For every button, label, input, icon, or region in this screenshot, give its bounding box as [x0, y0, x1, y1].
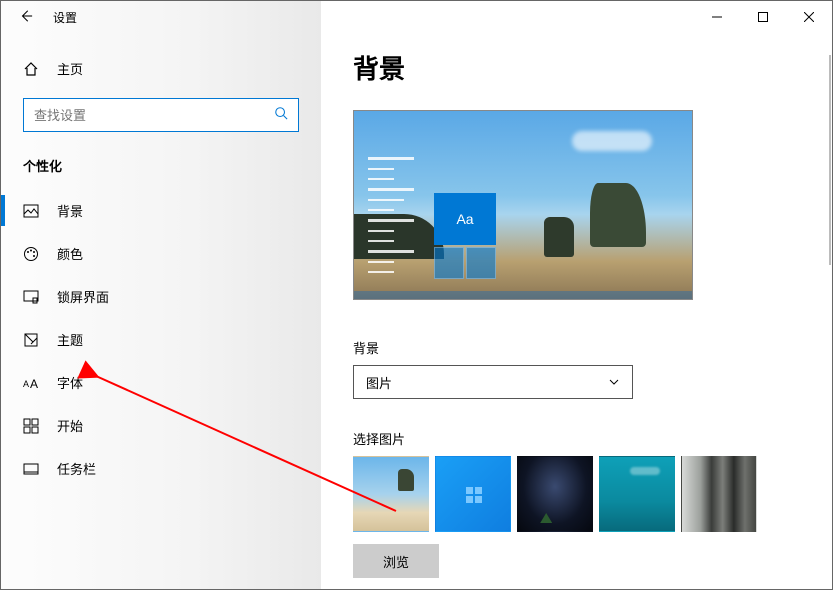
preview-tile: [466, 247, 496, 279]
nav-label: 任务栏: [57, 459, 96, 478]
nav-item-fonts[interactable]: AA 字体: [1, 361, 321, 404]
nav-item-background[interactable]: 背景: [1, 189, 321, 232]
preview-start-overlay: Aa: [364, 149, 504, 289]
picture-thumbnail[interactable]: [599, 456, 675, 532]
choose-picture-label: 选择图片: [353, 429, 832, 448]
nav-item-lockscreen[interactable]: 锁屏界面: [1, 275, 321, 318]
picture-icon: [23, 203, 39, 219]
home-link[interactable]: 主页: [1, 49, 321, 88]
picture-thumbnail[interactable]: [435, 456, 511, 532]
window-title: 设置: [53, 9, 77, 26]
window-controls: [694, 1, 832, 33]
nav-label: 字体: [57, 373, 83, 392]
nav-item-colors[interactable]: 颜色: [1, 232, 321, 275]
svg-text:A: A: [30, 377, 38, 391]
page-heading: 背景: [353, 49, 832, 86]
nav-label: 开始: [57, 416, 83, 435]
nav-label: 背景: [57, 201, 83, 220]
preview-rock: [544, 217, 574, 257]
background-preview: Aa: [353, 110, 693, 300]
nav-label: 主题: [57, 330, 83, 349]
titlebar-left: 设置: [1, 9, 694, 26]
arrow-left-icon: [19, 9, 33, 23]
home-label: 主页: [57, 59, 83, 78]
browse-button[interactable]: 浏览: [353, 544, 439, 578]
preview-rock: [590, 183, 646, 247]
preview-tile: [434, 247, 464, 279]
section-title: 个性化: [1, 150, 321, 189]
picture-thumbnails: [353, 456, 832, 532]
preview-sample-tile: Aa: [434, 193, 496, 245]
start-icon: [23, 418, 39, 434]
svg-text:A: A: [23, 379, 29, 389]
close-button[interactable]: [786, 1, 832, 33]
nav-list: 背景 颜色 锁屏界面 主题 AA 字体 开始: [1, 189, 321, 490]
maximize-button[interactable]: [740, 1, 786, 33]
lockscreen-icon: [23, 289, 39, 305]
chevron-down-icon: [608, 376, 620, 388]
main-content: 背景 Aa 背景 图片 选择图片: [321, 1, 832, 589]
minimize-button[interactable]: [694, 1, 740, 33]
picture-thumbnail[interactable]: [681, 456, 757, 532]
nav-label: 锁屏界面: [57, 287, 109, 306]
themes-icon: [23, 332, 39, 348]
nav-item-start[interactable]: 开始: [1, 404, 321, 447]
background-type-label: 背景: [353, 338, 832, 357]
nav-item-taskbar[interactable]: 任务栏: [1, 447, 321, 490]
search-icon: [274, 106, 288, 125]
background-type-dropdown[interactable]: 图片: [353, 365, 633, 399]
home-icon: [23, 61, 39, 77]
nav-label: 颜色: [57, 244, 83, 263]
fonts-icon: AA: [23, 375, 39, 391]
picture-thumbnail[interactable]: [517, 456, 593, 532]
settings-window: 设置 主页 个性化: [0, 0, 833, 590]
scrollbar[interactable]: [829, 55, 831, 265]
preview-start-lines: [368, 157, 414, 281]
sidebar: 主页 个性化 背景 颜色 锁屏界面 主题: [1, 1, 321, 589]
back-button[interactable]: [19, 9, 33, 26]
picture-thumbnail[interactable]: [353, 456, 429, 532]
minimize-icon: [712, 12, 722, 22]
preview-cloud: [572, 131, 652, 151]
taskbar-icon: [23, 461, 39, 477]
search-input-container[interactable]: [23, 98, 299, 132]
maximize-icon: [758, 12, 768, 22]
preview-taskbar: [354, 291, 692, 299]
nav-item-themes[interactable]: 主题: [1, 318, 321, 361]
titlebar: 设置: [1, 1, 832, 33]
search-input[interactable]: [34, 108, 274, 123]
palette-icon: [23, 246, 39, 262]
dropdown-value: 图片: [366, 373, 392, 392]
close-icon: [804, 12, 814, 22]
